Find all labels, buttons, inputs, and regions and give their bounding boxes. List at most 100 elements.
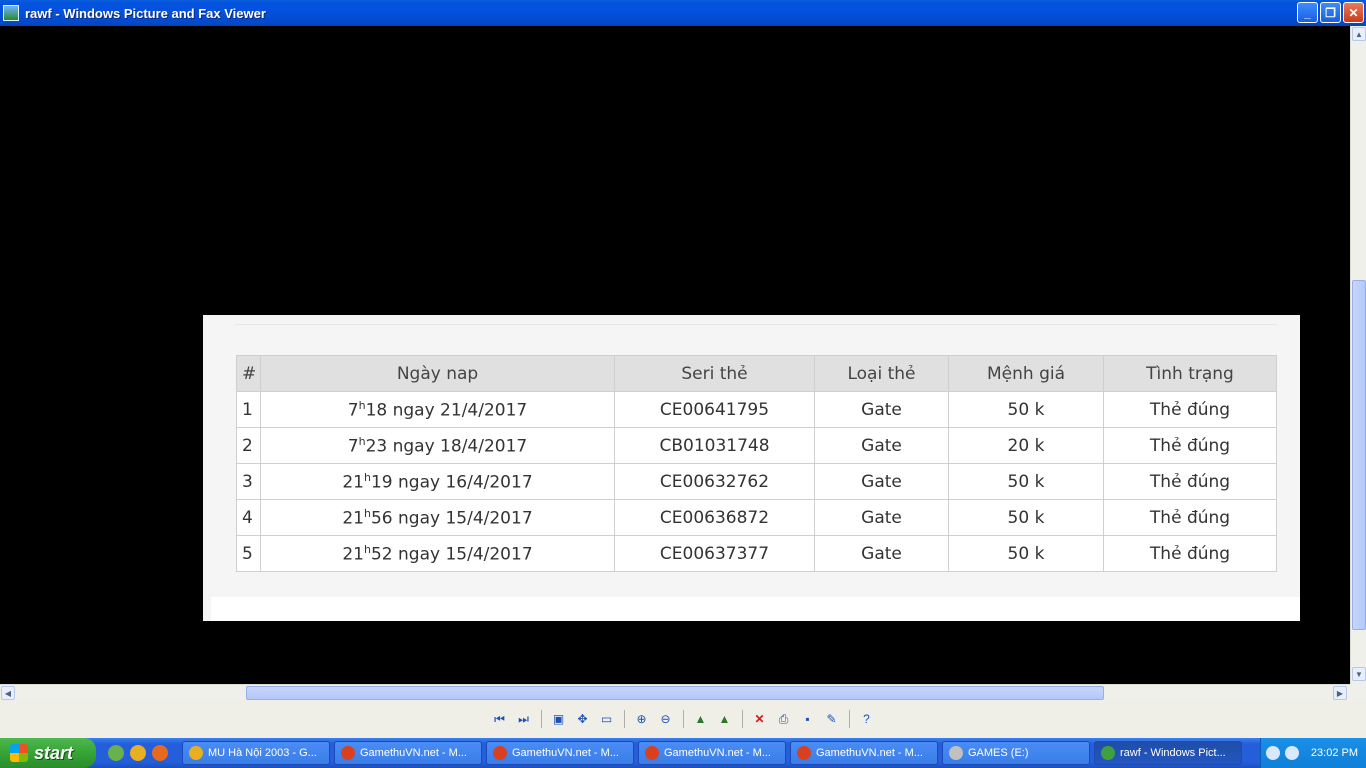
table-row: 4 21h56 ngay 15/4/2017 CE00636872 Gate 5… — [236, 499, 1277, 536]
cell-type: Gate — [814, 391, 949, 428]
cell-value: 50 k — [948, 499, 1104, 536]
table-header-row: # Ngày nap Seri thẻ Loại thẻ Mệnh giá Tì… — [236, 355, 1277, 392]
quick-launch-icon[interactable] — [108, 745, 124, 761]
best-fit-icon[interactable]: ▣ — [550, 710, 568, 728]
toolbar-separator — [623, 710, 625, 728]
toolbar-separator — [848, 710, 850, 728]
horizontal-scroll-thumb[interactable] — [246, 686, 1104, 700]
system-tray: 23:02 PM — [1260, 738, 1366, 768]
scroll-corner — [1350, 684, 1366, 700]
toolbar-separator — [682, 710, 684, 728]
vertical-scrollbar[interactable]: ▲ ▼ — [1350, 26, 1366, 684]
firefox-icon[interactable] — [152, 745, 168, 761]
window-title: rawf - Windows Picture and Fax Viewer — [25, 5, 266, 21]
image-top-divider — [235, 315, 1277, 325]
header-serial: Seri thẻ — [614, 355, 815, 392]
toolbar-separator — [540, 710, 542, 728]
taskbar-item[interactable]: GamethuVN.net - M... — [790, 741, 938, 765]
image-viewport[interactable]: # Ngày nap Seri thẻ Loại thẻ Mệnh giá Tì… — [0, 26, 1350, 684]
previous-image-icon[interactable]: ⏮ — [491, 710, 509, 728]
cell-type: Gate — [814, 499, 949, 536]
scroll-left-icon[interactable]: ◀ — [1, 686, 15, 700]
cell-num: 2 — [236, 427, 261, 464]
task-icon — [797, 746, 811, 760]
displayed-image: # Ngày nap Seri thẻ Loại thẻ Mệnh giá Tì… — [203, 315, 1300, 621]
taskbar-item[interactable]: GamethuVN.net - M... — [638, 741, 786, 765]
zoom-in-icon[interactable]: ⊕ — [633, 710, 651, 728]
cell-value: 50 k — [948, 391, 1104, 428]
rotate-clockwise-icon[interactable]: ▲ — [692, 710, 710, 728]
taskbar-item[interactable]: GAMES (E:) — [942, 741, 1090, 765]
cell-type: Gate — [814, 463, 949, 500]
delete-icon[interactable]: ✕ — [751, 710, 769, 728]
cell-type: Gate — [814, 427, 949, 464]
minimize-button[interactable]: _ — [1297, 2, 1318, 23]
rotate-counterclockwise-icon[interactable]: ▲ — [716, 710, 734, 728]
cell-date: 21h19 ngay 16/4/2017 — [260, 463, 615, 500]
task-icon — [1101, 746, 1115, 760]
scroll-right-icon[interactable]: ▶ — [1333, 686, 1347, 700]
cell-value: 20 k — [948, 427, 1104, 464]
cell-serial: CE00637377 — [614, 535, 815, 572]
start-label: start — [34, 742, 74, 763]
cell-type: Gate — [814, 535, 949, 572]
scroll-up-icon[interactable]: ▲ — [1352, 27, 1366, 41]
slideshow-icon[interactable]: ▭ — [598, 710, 616, 728]
clock[interactable]: 23:02 PM — [1311, 747, 1358, 759]
scroll-down-icon[interactable]: ▼ — [1352, 667, 1366, 681]
maximize-button[interactable]: ❐ — [1320, 2, 1341, 23]
cell-value: 50 k — [948, 463, 1104, 500]
cell-serial: CE00636872 — [614, 499, 815, 536]
cell-date: 21h56 ngay 15/4/2017 — [260, 499, 615, 536]
cell-serial: CE00641795 — [614, 391, 815, 428]
tray-expand-icon[interactable] — [1266, 746, 1280, 760]
save-icon[interactable]: ▪ — [799, 710, 817, 728]
chrome-icon[interactable] — [130, 745, 146, 761]
network-icon[interactable] — [1285, 746, 1299, 760]
task-icon — [645, 746, 659, 760]
title-bar[interactable]: rawf - Windows Picture and Fax Viewer _ … — [0, 0, 1366, 26]
taskbar-item[interactable]: GamethuVN.net - M... — [334, 741, 482, 765]
zoom-out-icon[interactable]: ⊖ — [657, 710, 675, 728]
toolbar-separator — [741, 710, 743, 728]
app-icon — [3, 5, 19, 21]
taskbar-item[interactable]: GamethuVN.net - M... — [486, 741, 634, 765]
vertical-scroll-thumb[interactable] — [1352, 280, 1366, 630]
cell-num: 4 — [236, 499, 261, 536]
header-value: Mệnh giá — [948, 355, 1104, 392]
start-button[interactable]: start — [0, 738, 96, 768]
drive-icon — [949, 746, 963, 760]
cell-date: 21h52 ngay 15/4/2017 — [260, 535, 615, 572]
taskbar-item-active[interactable]: rawf - Windows Pict... — [1094, 741, 1242, 765]
cell-status: Thẻ đúng — [1103, 499, 1277, 536]
cell-date: 7h23 ngay 18/4/2017 — [260, 427, 615, 464]
task-icon — [341, 746, 355, 760]
cell-status: Thẻ đúng — [1103, 427, 1277, 464]
actual-size-icon[interactable]: ✥ — [574, 710, 592, 728]
cell-num: 5 — [236, 535, 261, 572]
image-bottom-strip — [211, 597, 1300, 621]
cell-serial: CE00632762 — [614, 463, 815, 500]
next-image-icon[interactable]: ⏭ — [515, 710, 533, 728]
cell-num: 3 — [236, 463, 261, 500]
cell-status: Thẻ đúng — [1103, 463, 1277, 500]
cell-serial: CB01031748 — [614, 427, 815, 464]
header-status: Tình trạng — [1103, 355, 1277, 392]
cell-status: Thẻ đúng — [1103, 535, 1277, 572]
taskbar-item[interactable]: MU Hà Nội 2003 - G... — [182, 741, 330, 765]
help-icon[interactable]: ? — [858, 710, 876, 728]
task-icon — [493, 746, 507, 760]
cell-num: 1 — [236, 391, 261, 428]
close-button[interactable]: ✕ — [1343, 2, 1364, 23]
print-icon[interactable]: ⎙ — [775, 710, 793, 728]
windows-logo-icon — [10, 744, 28, 762]
header-type: Loại thẻ — [814, 355, 949, 392]
edit-icon[interactable]: ✎ — [823, 710, 841, 728]
picture-viewer-window: rawf - Windows Picture and Fax Viewer _ … — [0, 0, 1366, 738]
header-date: Ngày nap — [260, 355, 615, 392]
horizontal-scrollbar[interactable]: ◀ ▶ — [0, 684, 1350, 700]
quick-launch — [108, 745, 168, 761]
table-row: 1 7h18 ngay 21/4/2017 CE00641795 Gate 50… — [236, 391, 1277, 428]
table-row: 2 7h23 ngay 18/4/2017 CB01031748 Gate 20… — [236, 427, 1277, 464]
header-num: # — [236, 355, 261, 392]
